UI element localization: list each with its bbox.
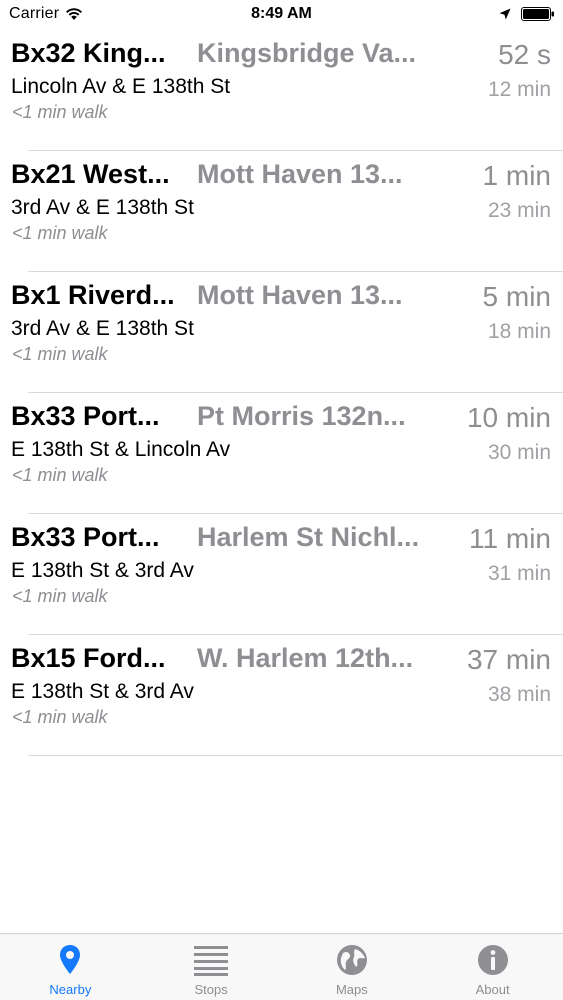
tab-maps[interactable]: Maps: [282, 934, 423, 1000]
eta-primary: 10 min: [466, 402, 551, 433]
location-pin-icon: [60, 945, 81, 974]
stop-name: E 138th St & 3rd Av: [11, 680, 194, 703]
route-name: Bx33 Port...: [11, 401, 160, 431]
stop-name: 3rd Av & E 138th St: [11, 317, 194, 340]
tab-about[interactable]: About: [422, 934, 563, 1000]
tab-label: About: [475, 982, 510, 997]
eta-primary: 37 min: [466, 644, 551, 675]
eta-secondary: 18 min: [487, 320, 551, 343]
location-arrow-icon: [499, 8, 511, 20]
eta-secondary: 38 min: [487, 683, 551, 706]
route-destination: Kingsbridge Va...: [197, 38, 417, 68]
stop-name: Lincoln Av & E 138th St: [11, 75, 231, 98]
route-destination: W. Harlem 12th...: [197, 643, 414, 673]
stop-name: E 138th St & Lincoln Av: [11, 438, 231, 461]
eta-secondary: 23 min: [487, 199, 551, 222]
globe-icon: [336, 945, 367, 975]
eta-secondary: 31 min: [487, 562, 551, 585]
tab-label: Maps: [335, 982, 368, 997]
list-item[interactable]: Bx33 Port... Harlem St Nichl... E 138th …: [0, 514, 563, 635]
stop-name: 3rd Av & E 138th St: [11, 196, 194, 219]
tab-label: Nearby: [49, 982, 92, 997]
info-icon: [477, 945, 508, 975]
eta-primary: 1 min: [482, 160, 551, 191]
status-time: 8:49 AM: [251, 5, 312, 22]
walk-time: <1 min walk: [12, 465, 108, 485]
battery-icon: [521, 7, 554, 21]
route-name: Bx1 Riverd...: [11, 280, 175, 310]
walk-time: <1 min walk: [12, 586, 108, 606]
status-right: [499, 7, 555, 21]
eta-secondary: 12 min: [487, 78, 551, 101]
arrivals-list[interactable]: Bx32 King... Kingsbridge Va... Lincoln A…: [0, 30, 563, 756]
eta-secondary: 30 min: [487, 441, 551, 464]
route-name: Bx32 King...: [11, 38, 166, 68]
tab-nearby[interactable]: Nearby: [0, 934, 141, 1000]
walk-time: <1 min walk: [12, 223, 108, 243]
app-screen: Carrier 8:49 AM Bx32 King... Kingsbridge…: [0, 0, 563, 1000]
list-icon: [194, 946, 229, 976]
route-name: Bx33 Port...: [11, 522, 160, 552]
list-item[interactable]: Bx1 Riverd... Mott Haven 13... 3rd Av & …: [0, 272, 563, 393]
list-item[interactable]: Bx33 Port... Pt Morris 132n... E 138th S…: [0, 393, 563, 514]
status-bar: Carrier 8:49 AM: [0, 0, 563, 30]
route-destination: Harlem St Nichl...: [197, 522, 420, 552]
route-name: Bx15 Ford...: [11, 643, 166, 673]
eta-primary: 5 min: [482, 281, 551, 312]
tab-label: Stops: [194, 982, 228, 997]
eta-primary: 52 s: [498, 39, 551, 70]
eta-primary: 11 min: [469, 523, 551, 554]
walk-time: <1 min walk: [12, 102, 108, 122]
tab-bar: Nearby Stops Maps About: [0, 933, 563, 1000]
route-destination: Mott Haven 13...: [197, 159, 403, 189]
route-destination: Pt Morris 132n...: [197, 401, 406, 431]
route-destination: Mott Haven 13...: [197, 280, 403, 310]
list-item[interactable]: Bx32 King... Kingsbridge Va... Lincoln A…: [0, 30, 563, 151]
tab-stops[interactable]: Stops: [141, 934, 282, 1000]
stop-name: E 138th St & 3rd Av: [11, 559, 194, 582]
walk-time: <1 min walk: [12, 344, 108, 364]
route-name: Bx21 West...: [11, 159, 170, 189]
walk-time: <1 min walk: [12, 707, 108, 727]
list-item[interactable]: Bx21 West... Mott Haven 13... 3rd Av & E…: [0, 151, 563, 272]
list-item[interactable]: Bx15 Ford... W. Harlem 12th... E 138th S…: [0, 635, 563, 756]
